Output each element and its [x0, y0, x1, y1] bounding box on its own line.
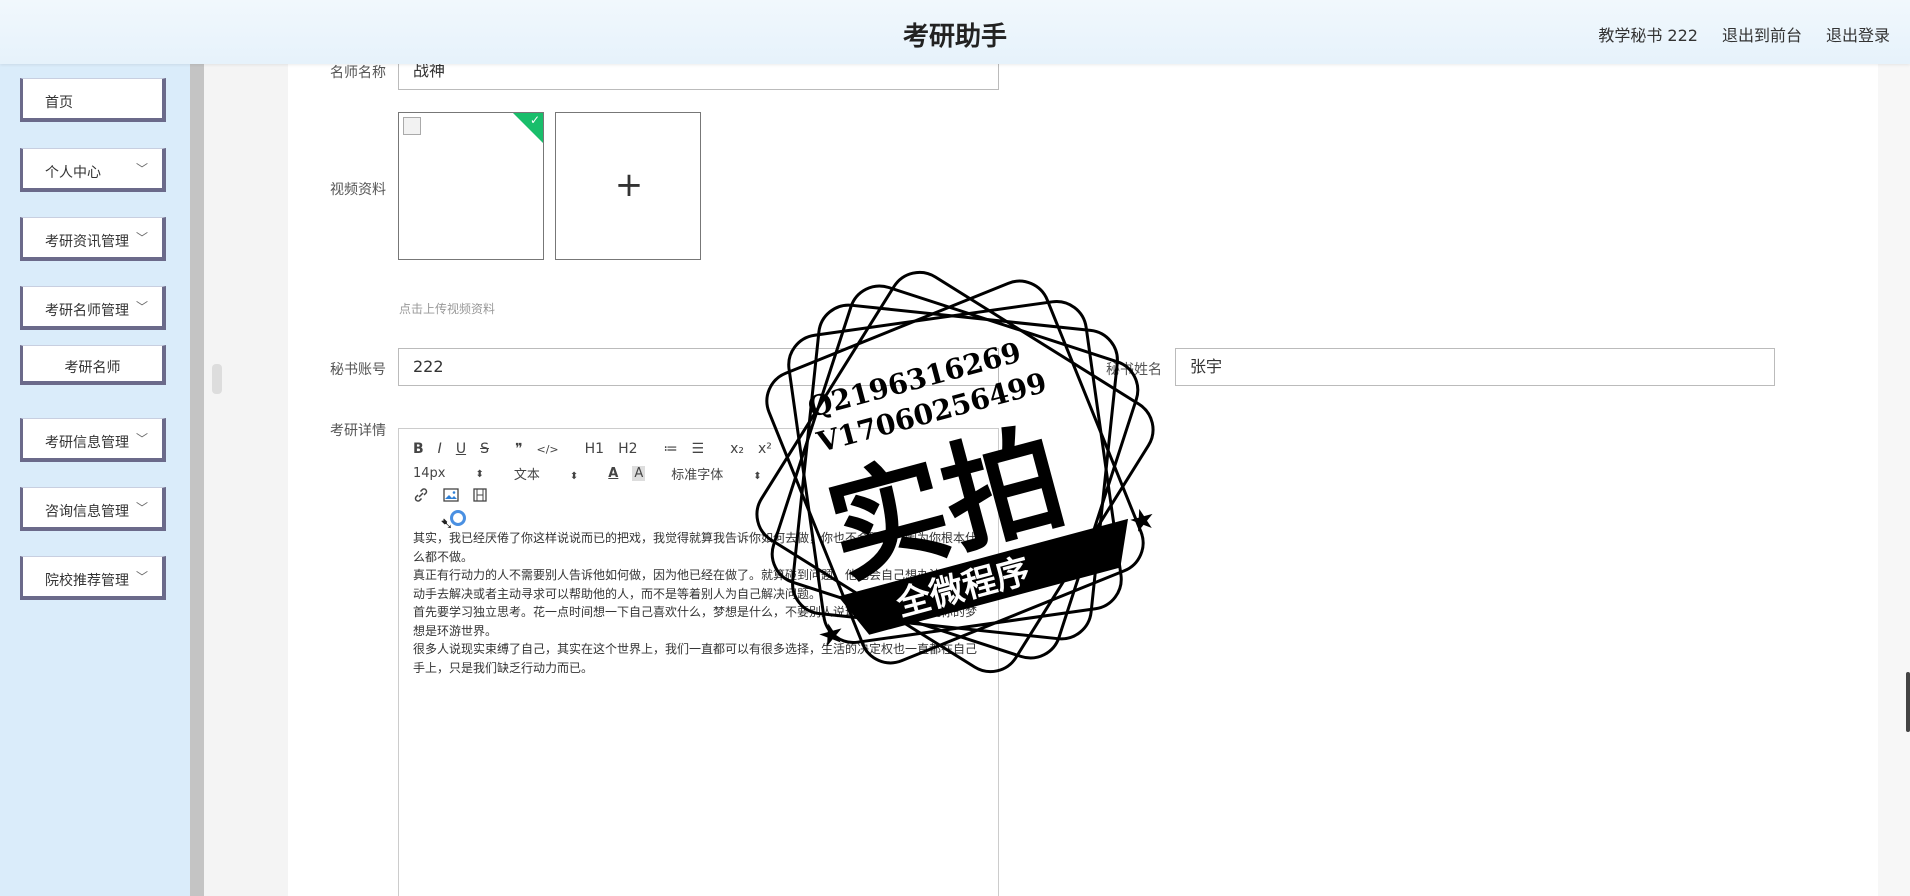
underline-button[interactable]: U	[456, 441, 466, 457]
loading-spinner-icon	[450, 510, 466, 526]
logout-link[interactable]: 退出登录	[1826, 22, 1890, 46]
sidebar-item-label: 考研资讯管理	[45, 234, 129, 250]
chevron-down-icon: ﹀	[135, 231, 148, 245]
editor-toolbar-row-3	[413, 487, 501, 507]
block-type-value: 文本	[513, 468, 540, 483]
broken-image-icon	[403, 117, 421, 135]
secretary-account-input[interactable]: 222	[398, 348, 999, 386]
select-arrow-icon: ⬍	[753, 471, 762, 482]
secretary-name-input[interactable]: 张宇	[1175, 348, 1775, 386]
editor-toolbar-row-2: 14px ⬍ 文本 ⬍ A A 标准字体 ⬍	[413, 464, 792, 483]
username-label: 教学秘书 222	[1598, 26, 1698, 45]
sidebar-item-teacher-management[interactable]: 考研名师管理 ﹀	[20, 286, 166, 330]
font-color-icon[interactable]: A	[608, 466, 618, 481]
teacher-name-label: 名师名称	[330, 65, 386, 81]
select-arrow-icon: ⬍	[475, 469, 484, 480]
back-to-front-link[interactable]: 退出到前台	[1722, 22, 1802, 46]
sidebar-item-label: 考研名师	[64, 360, 121, 376]
font-size-value: 14px	[413, 466, 446, 481]
sidebar-item-label: 考研信息管理	[45, 435, 129, 451]
strike-button[interactable]: S	[480, 441, 489, 457]
sidebar-item-news-management[interactable]: 考研资讯管理 ﹀	[20, 217, 166, 261]
editor-toolbar-row-1: B I U S ❞ </> H1 H2 ≔ ☰ x₂ x²	[413, 441, 786, 457]
heading2-button[interactable]: H2	[618, 441, 637, 457]
block-type-select[interactable]: 文本 ⬍	[514, 464, 578, 483]
sidebar-item-home[interactable]: 首页	[20, 78, 166, 122]
user-menu: 教学秘书 222 退出到前台 退出登录	[1598, 22, 1890, 46]
chevron-up-icon: ﹀	[135, 300, 148, 314]
video-label: 视频资料	[330, 182, 386, 198]
video-upload-button[interactable]: +	[555, 112, 701, 260]
video-upload-hint: 点击上传视频资料	[399, 302, 496, 316]
italic-button[interactable]: I	[438, 441, 442, 457]
heading1-button[interactable]: H1	[585, 441, 604, 457]
editor-paragraph: 真正有行动力的人不需要别人告诉他如何做，因为他已经在做了。就算碰到问题，他也会自…	[413, 568, 978, 601]
sidebar-item-label: 首页	[45, 95, 73, 111]
editor-content[interactable]: 其实，我已经厌倦了你这样说说而已的把戏，我觉得就算我告诉你如何去做，你也不会照做…	[413, 529, 981, 677]
right-gutter	[1878, 64, 1910, 896]
editor-paragraph: 首先要学习独立思考。花一点时间想一下自己喜欢什么，梦想是什么，不要别人说环游世界…	[413, 605, 978, 638]
chevron-down-icon: ﹀	[135, 501, 148, 515]
font-family-select[interactable]: 标准字体 ⬍	[671, 464, 761, 483]
background-color-icon[interactable]: A	[632, 466, 646, 481]
code-block-icon[interactable]: </>	[537, 443, 559, 456]
chevron-down-icon: ﹀	[135, 570, 148, 584]
subscript-button[interactable]: x₂	[730, 441, 744, 457]
sidebar-item-label: 个人中心	[45, 165, 101, 181]
secretary-account-label: 秘书账号	[330, 362, 386, 378]
sidebar-item-label: 考研名师管理	[45, 303, 129, 319]
chevron-down-icon: ﹀	[135, 162, 148, 176]
sidebar-item-label: 咨询信息管理	[45, 504, 129, 520]
ordered-list-icon[interactable]: ≔	[664, 441, 678, 457]
plus-icon: +	[614, 165, 644, 205]
rich-text-editor[interactable]: B I U S ❞ </> H1 H2 ≔ ☰ x₂ x² 14px ⬍ 文本 ⬍ …	[398, 428, 999, 896]
sidebar-item-label: 院校推荐管理	[45, 573, 129, 589]
chevron-down-icon: ﹀	[135, 432, 148, 446]
font-family-value: 标准字体	[671, 468, 724, 483]
font-size-select[interactable]: 14px ⬍	[413, 466, 484, 481]
check-icon: ✓	[529, 113, 540, 127]
editor-paragraph: 很多人说现实束缚了自己，其实在这个世界上，我们一直都可以有很多选择，生活的决定权…	[413, 642, 978, 675]
select-arrow-icon: ⬍	[569, 471, 579, 482]
image-icon[interactable]	[443, 488, 459, 506]
top-bar: 考研助手 教学秘书 222 退出到前台 退出登录	[0, 0, 1910, 64]
blockquote-icon[interactable]: ❞	[515, 441, 523, 457]
sidebar-item-consult-management[interactable]: 咨询信息管理 ﹀	[20, 487, 166, 531]
details-label: 考研详情	[330, 423, 386, 439]
sidebar-item-school-recommend[interactable]: 院校推荐管理 ﹀	[20, 556, 166, 600]
sidebar-scrollbar[interactable]	[190, 64, 204, 896]
video-icon[interactable]	[473, 488, 487, 506]
secretary-name-label: 秘书姓名	[1106, 362, 1162, 378]
bullet-list-icon[interactable]: ☰	[692, 441, 705, 457]
superscript-button[interactable]: x²	[758, 441, 772, 457]
sidebar-item-info-management[interactable]: 考研信息管理 ﹀	[20, 418, 166, 462]
left-gutter	[204, 64, 288, 896]
editor-paragraph: 其实，我已经厌倦了你这样说说而已的把戏，我觉得就算我告诉你如何去做，你也不会照做…	[413, 531, 978, 564]
page-scrollbar[interactable]	[1906, 672, 1910, 732]
uploaded-video-thumbnail[interactable]: ✓	[398, 112, 544, 260]
link-icon[interactable]	[413, 487, 429, 507]
sidebar-subitem-teachers[interactable]: 考研名师	[20, 345, 166, 385]
bold-button[interactable]: B	[413, 441, 424, 457]
sidebar-item-personal-center[interactable]: 个人中心 ﹀	[20, 148, 166, 192]
